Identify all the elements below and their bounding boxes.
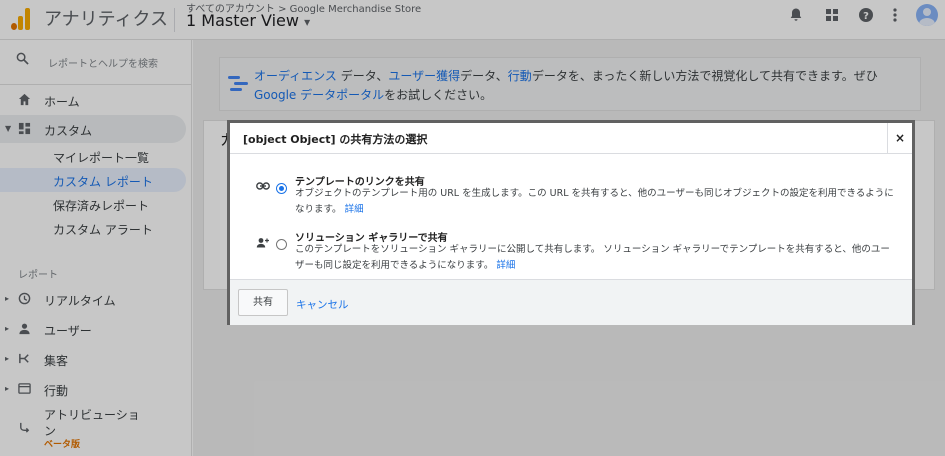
details-link[interactable]: 詳細 <box>496 260 515 271</box>
option-description: オブジェクトのテンプレート用の URL を生成します。この URL を共有すると… <box>295 186 895 218</box>
close-icon[interactable]: × <box>887 123 912 153</box>
dialog-footer: 共有 キャンセル <box>230 279 912 325</box>
dialog-title: [object Object] の共有方法の選択 <box>243 133 428 146</box>
option-description: このテンプレートをソリューション ギャラリーに公開して共有します。 ソリューショ… <box>295 242 895 274</box>
link-icon <box>256 181 270 194</box>
person-add-icon <box>256 237 270 251</box>
details-link[interactable]: 詳細 <box>345 204 364 215</box>
dialog-header: [object Object] の共有方法の選択 × <box>230 123 912 154</box>
option-description-text: このテンプレートをソリューション ギャラリーに公開して共有します。 ソリューショ… <box>295 244 890 271</box>
share-dialog: [object Object] の共有方法の選択 × テンプレートのリンクを共有… <box>227 120 915 325</box>
share-button[interactable]: 共有 <box>238 289 288 316</box>
solution-gallery-radio[interactable] <box>276 239 287 250</box>
template-link-radio[interactable] <box>276 183 287 194</box>
cancel-link[interactable]: キャンセル <box>296 297 349 312</box>
option-description-text: オブジェクトのテンプレート用の URL を生成します。この URL を共有すると… <box>295 188 894 215</box>
